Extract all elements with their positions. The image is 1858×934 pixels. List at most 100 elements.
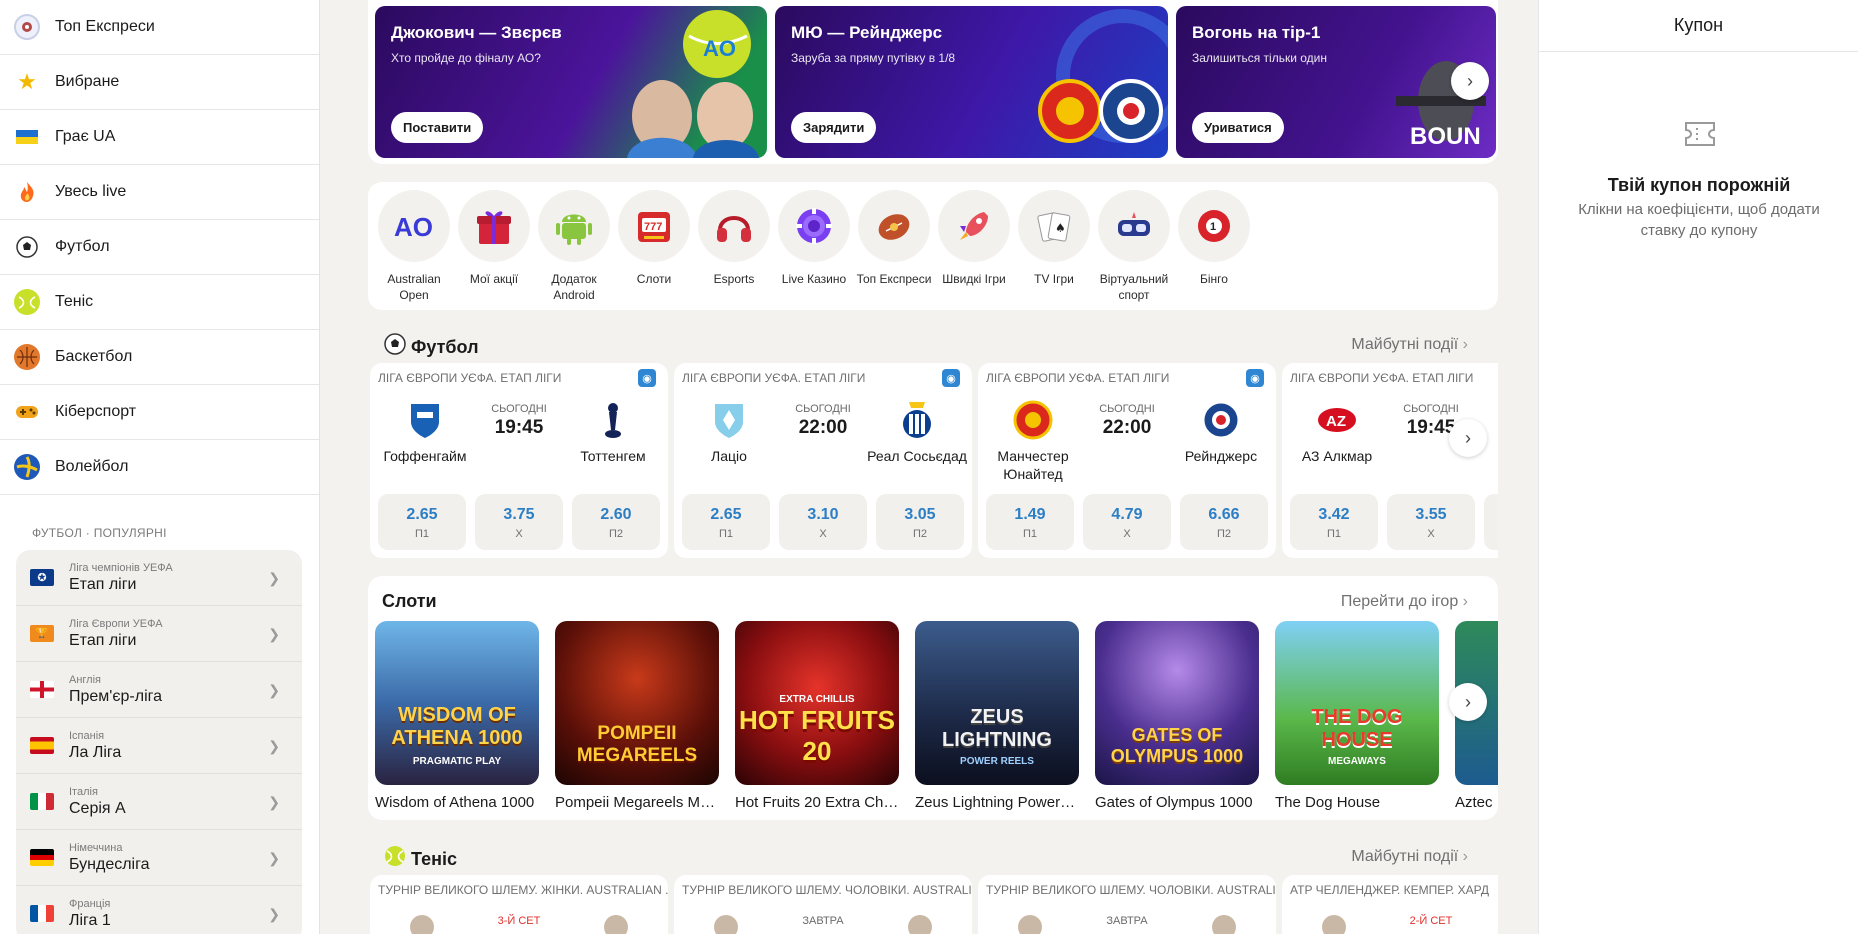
quick-link-australian-open[interactable]: AO Australian Open (374, 190, 454, 310)
sidebar-item-label: Грає UA (55, 128, 116, 145)
quick-link-esports[interactable]: Esports (694, 190, 774, 310)
odd-button[interactable]: 3.55 Х (1387, 494, 1475, 550)
odd-button[interactable]: 2.60 П2 (572, 494, 660, 550)
link-text: Майбутні події (1351, 848, 1459, 865)
quick-link-tv-games[interactable]: ♠ TV Ігри (1014, 190, 1094, 310)
odd-button[interactable]: 2.65 П1 (378, 494, 466, 550)
ticket-icon (1685, 122, 1715, 146)
playing-cards-icon: ♠ (1037, 212, 1071, 242)
league-item-italy[interactable]: Італія Серія А ❯ (16, 774, 302, 830)
sidebar-item-label: Вибране (55, 73, 120, 90)
home-team[interactable]: AZ АЗ Алкмар (1282, 399, 1392, 465)
odd-button[interactable]: 2.65 П1 (682, 494, 770, 550)
football-upcoming-link[interactable]: Майбутні події › (1351, 336, 1468, 354)
quick-link-live-casino[interactable]: Live Казино (774, 190, 854, 310)
league-item-uel[interactable]: 🏆 Ліга Європи УЕФА Етап ліги ❯ (16, 606, 302, 662)
sidebar-item-top-express[interactable]: Топ Експреси (0, 0, 319, 55)
quick-link-my-promos[interactable]: Мої акції (454, 190, 534, 310)
match-status-live: 2-Й СЕТ (1409, 915, 1453, 927)
odd-value: 3.10 (807, 506, 839, 523)
popular-leagues-list: ✪ Ліга чемпіонів УЕФА Етап ліги ❯ 🏆 Ліга … (16, 550, 302, 934)
game-thumbnail: POMPEII MEGAREELS (555, 621, 719, 785)
team-name: АЗ Алкмар (1301, 448, 1373, 464)
match-card: ЛІГА ЄВРОПИ УЄФА. ЕТАП ЛІГИ ◉ СЬОГОДНІ 19… (370, 363, 668, 558)
odd-value: 3.42 (1318, 506, 1350, 523)
odd-button[interactable]: 3.42 П1 (1290, 494, 1378, 550)
banner-tier1[interactable]: Вогонь на тір-1 Залишиться тільки один B… (1176, 6, 1496, 158)
star-icon: ★ (17, 69, 37, 94)
league-item-england[interactable]: Англія Прем'єр-ліга ❯ (16, 662, 302, 718)
game-thumbnail: ZEUS LIGHTNING POWER REELS (915, 621, 1079, 785)
odd-kind: П2 (608, 528, 624, 540)
league-item-germany[interactable]: Німеччина Бундесліга ❯ (16, 830, 302, 886)
sidebar-item-basketball[interactable]: Баскетбол (0, 330, 319, 385)
odd-button[interactable]: 3.05 П2 (876, 494, 964, 550)
sidebar-item-volleyball[interactable]: Волейбол (0, 440, 319, 495)
tennis-match-card[interactable]: ТУРНІР ВЕЛИКОГО ШЛЕМУ. ЧОЛОВІКИ. AUSTRAL… (978, 875, 1276, 934)
banners-next-button[interactable]: › (1451, 62, 1489, 100)
odd-button[interactable]: 6.66 П2 (1180, 494, 1268, 550)
away-team[interactable]: Тоттенгем (558, 399, 668, 465)
stats-badge-icon[interactable]: ◉ (638, 369, 656, 387)
sidebar-item-favorites[interactable]: ★ Вибране (0, 55, 319, 110)
banner-join-button[interactable]: Уриватися (1192, 112, 1284, 143)
home-team[interactable]: Гоффенгайм (370, 399, 480, 465)
banner-bet-button[interactable]: Поставити (391, 112, 484, 143)
odd-button[interactable]: 4.79 Х (1083, 494, 1171, 550)
game-tile[interactable]: EXTRA CHILLIS HOT FRUITS 20 Hot Fruits 20… (735, 621, 899, 811)
slots-section: Слоти Перейти до ігор › WISDOM OF ATHENA… (368, 576, 1498, 820)
away-team[interactable]: Рейнджерс (1166, 399, 1276, 465)
game-tile[interactable]: GATES OF OLYMPUS 1000 Gates of Olympus 1… (1095, 621, 1259, 811)
quick-link-virtual-sport[interactable]: Віртуальний спорт (1094, 190, 1174, 310)
tennis-ball-icon (14, 289, 40, 315)
league-country: Франція (69, 897, 111, 910)
sidebar-item-football[interactable]: Футбол (0, 220, 319, 275)
banner-djokovic-zverev[interactable]: Джокович — Звєрєв Хто пройде до фіналу А… (375, 6, 767, 158)
league-name: Прем'єр-ліга (69, 687, 163, 705)
game-tile[interactable]: ZEUS LIGHTNING POWER REELS Zeus Lightning… (915, 621, 1079, 811)
banner-charge-button[interactable]: Зарядити (791, 112, 877, 143)
tennis-match-card[interactable]: ТУРНІР ВЕЛИКОГО ШЛЕМУ. ЧОЛОВІКИ. AUSTRAL… (674, 875, 972, 934)
league-item-ucl[interactable]: ✪ Ліга чемпіонів УЕФА Етап ліги ❯ (16, 550, 302, 606)
quick-link-android-app[interactable]: Додаток Android (534, 190, 614, 310)
slots-next-button[interactable]: › (1449, 683, 1487, 721)
matches-next-button[interactable]: › (1449, 419, 1487, 457)
home-team[interactable]: Лаціо (674, 399, 784, 465)
tennis-match-card[interactable]: ATP ЧЕЛЛЕНДЖЕР. КЕМПЕР. ХАРД 2-Й СЕТ (1282, 875, 1498, 934)
stats-badge-icon[interactable]: ◉ (942, 369, 960, 387)
league-country: Італія (69, 785, 98, 798)
game-tile[interactable]: THE DOG HOUSE MEGAWAYS The Dog House (1275, 621, 1439, 811)
tennis-match-card[interactable]: ТУРНІР ВЕЛИКОГО ШЛЕМУ. ЖІНКИ. AUSTRALIAN… (370, 875, 668, 934)
svg-text:777: 777 (644, 221, 662, 233)
odd-button[interactable]: 3.10 Х (779, 494, 867, 550)
sidebar-item-plays-ua[interactable]: Грає UA (0, 110, 319, 165)
quick-link-fast-games[interactable]: Швидкі Ігри (934, 190, 1014, 310)
away-team[interactable]: Реал Сосьєдад (862, 399, 972, 465)
france-flag-icon (30, 905, 54, 922)
tennis-upcoming-link[interactable]: Майбутні події › (1351, 848, 1468, 866)
banner-title: Вогонь на тір-1 (1192, 23, 1321, 42)
slots-go-to-games-link[interactable]: Перейти до ігор › (1341, 593, 1468, 611)
sidebar-item-live[interactable]: Увесь live (0, 165, 319, 220)
game-tile[interactable]: WISDOM OF ATHENA 1000 PRAGMATIC PLAY Wisd… (375, 621, 539, 811)
odd-button[interactable]: 3.75 Х (475, 494, 563, 550)
svg-text:AZ: AZ (1326, 413, 1346, 430)
basketball-icon (14, 344, 40, 370)
quick-link-bingo[interactable]: 1 Бінго (1174, 190, 1254, 310)
odd-button[interactable] (1484, 494, 1498, 550)
quick-link-top-express[interactable]: Топ Експреси (854, 190, 934, 310)
match-card: ЛІГА ЄВРОПИ УЄФА. ЕТАП ЛІГИ СЬОГОДНІ 19:4… (1282, 363, 1498, 558)
quick-link-slots[interactable]: 777 Слоти (614, 190, 694, 310)
stats-badge-icon[interactable]: ◉ (1246, 369, 1264, 387)
home-team[interactable]: Манчестер Юнайтед (978, 399, 1088, 483)
banner-subtitle: Хто пройде до фіналу АО? (391, 51, 541, 65)
league-item-spain[interactable]: Іспанія Ла Ліга ❯ (16, 718, 302, 774)
banner-mu-rangers[interactable]: МЮ — Рейнджерс Заруба за пряму путівку в… (775, 6, 1168, 158)
sidebar-item-tennis[interactable]: Теніс (0, 275, 319, 330)
game-provider: PRAGMATIC PLAY (412, 756, 502, 767)
sidebar-item-esports[interactable]: Кіберспорт (0, 385, 319, 440)
game-tile[interactable]: POMPEII MEGAREELS Pompeii Megareels Mega… (555, 621, 719, 811)
league-item-france[interactable]: Франція Ліга 1 ❯ (16, 886, 302, 934)
odd-button[interactable]: 1.49 П1 (986, 494, 1074, 550)
tottenham-crest-icon (592, 399, 634, 441)
